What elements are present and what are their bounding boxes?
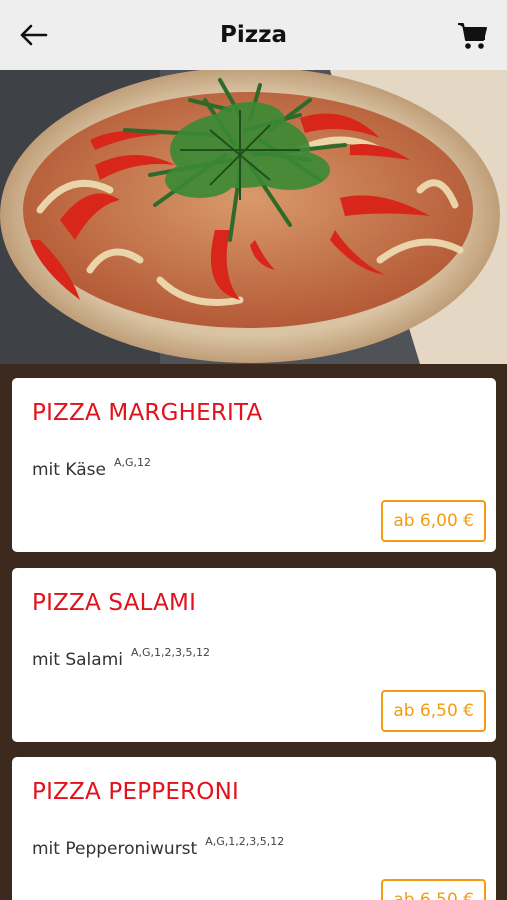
- menu-item-name: PIZZA SALAMI: [32, 590, 197, 616]
- price-button[interactable]: ab 6,50 €: [381, 879, 486, 900]
- app-header: Pizza: [0, 0, 507, 70]
- menu-item-description: mit Käse A,G,12: [32, 456, 151, 480]
- price-button[interactable]: ab 6,50 €: [381, 690, 486, 732]
- menu-item-description: mit Pepperoniwurst A,G,1,2,3,5,12: [32, 835, 284, 859]
- shopping-cart-icon: [458, 23, 487, 49]
- menu-item-name: PIZZA MARGHERITA: [32, 400, 263, 426]
- menu-item-card[interactable]: PIZZA SALAMI mit Salami A,G,1,2,3,5,12 ab…: [12, 568, 496, 742]
- page-title: Pizza: [219, 22, 288, 48]
- menu-item-allergens: A,G,1,2,3,5,12: [131, 646, 211, 659]
- menu-item-allergens: A,G,1,2,3,5,12: [205, 835, 285, 848]
- menu-item-card[interactable]: PIZZA MARGHERITA mit Käse A,G,12 ab 6,00 …: [12, 378, 496, 552]
- menu-list: PIZZA MARGHERITA mit Käse A,G,12 ab 6,00 …: [0, 364, 507, 900]
- arrow-left-icon: [20, 24, 48, 46]
- pizza-photo: [0, 70, 507, 364]
- back-button[interactable]: [16, 20, 50, 50]
- menu-item-name: PIZZA PEPPERONI: [32, 779, 239, 805]
- menu-item-description: mit Salami A,G,1,2,3,5,12: [32, 646, 210, 670]
- menu-item-card[interactable]: PIZZA PEPPERONI mit Pepperoniwurst A,G,1,…: [12, 757, 496, 900]
- cart-button[interactable]: [455, 19, 489, 53]
- menu-item-description-text: mit Pepperoniwurst: [32, 839, 198, 859]
- price-button[interactable]: ab 6,00 €: [381, 500, 486, 542]
- menu-item-allergens: A,G,12: [113, 456, 151, 469]
- menu-item-description-text: mit Käse: [32, 460, 106, 480]
- menu-item-description-text: mit Salami: [32, 650, 123, 670]
